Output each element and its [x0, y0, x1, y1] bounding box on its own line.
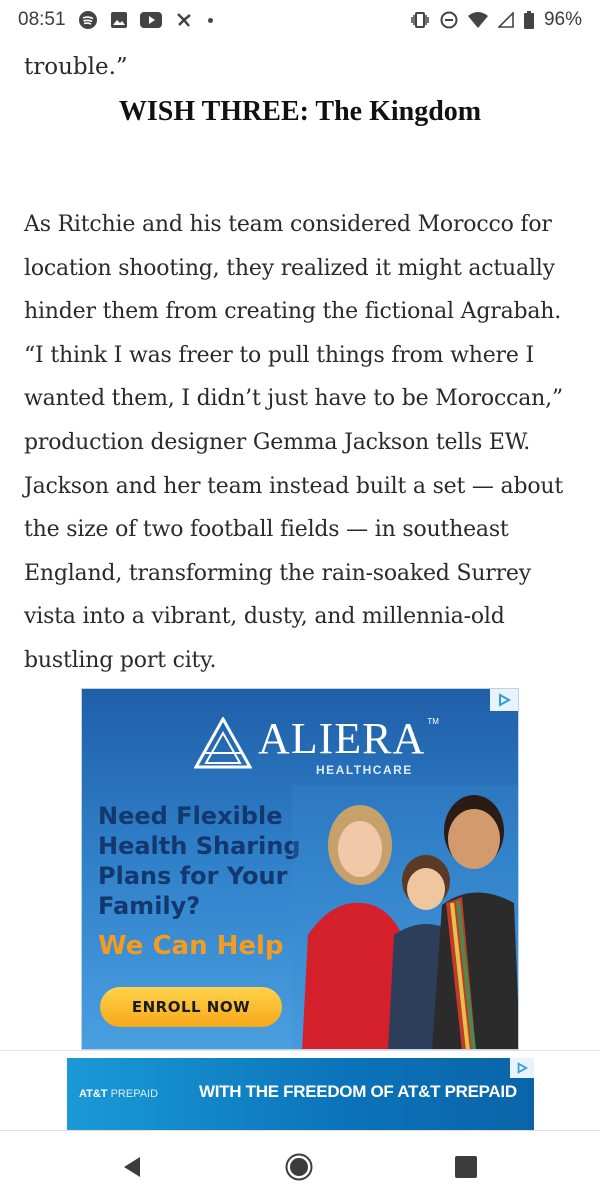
home-button[interactable]: [281, 1149, 317, 1185]
image-icon: [110, 11, 128, 29]
aliera-ad[interactable]: ALIERA TM HEALTHCARE Need Flexible Healt…: [81, 688, 519, 1050]
section-heading: WISH THREE: The Kingdom: [118, 96, 482, 127]
dnd-icon: [440, 11, 458, 29]
dot-icon: [207, 17, 213, 23]
aliera-logo: ALIERA TM HEALTHCARE: [194, 714, 439, 777]
youtube-icon: [139, 12, 162, 28]
ad-headline: Need Flexible Health Sharing Plans for Y…: [98, 802, 301, 920]
att-prepaid-ad[interactable]: AT&T PREPAID WITH THE FREEDOM OF AT&T PR…: [67, 1058, 534, 1130]
family-photo: [292, 785, 518, 1049]
vibrate-icon: [410, 11, 430, 29]
trademark: TM: [427, 717, 439, 726]
navigation-bar: [0, 1130, 600, 1200]
adchoices-icon[interactable]: [510, 1058, 534, 1078]
enroll-now-button[interactable]: ENROLL NOW: [100, 987, 282, 1027]
status-bar: 08:51 96%: [0, 0, 600, 40]
ad-tagline: We Can Help: [98, 931, 284, 961]
battery-percent: 96%: [543, 9, 582, 30]
battery-icon: [523, 11, 534, 29]
divider: [0, 1050, 600, 1051]
home-icon: [285, 1153, 313, 1181]
aliera-wordmark: ALIERA: [258, 714, 426, 763]
back-button[interactable]: [114, 1149, 150, 1185]
pinwheel-icon: [174, 10, 194, 30]
article-paragraph: As Ritchie and his team considered Moroc…: [24, 212, 563, 673]
recents-button[interactable]: [448, 1149, 484, 1185]
att-prepaid-text: PREPAID: [110, 1088, 159, 1100]
recents-icon: [455, 1156, 477, 1178]
wifi-icon: [467, 12, 488, 28]
back-icon: [124, 1157, 140, 1177]
aliera-subtitle: HEALTHCARE: [316, 763, 413, 777]
att-ad-message: WITH THE FREEDOM OF AT&T PREPAID: [199, 1082, 517, 1101]
quote-fragment: trouble.”: [24, 54, 128, 80]
att-logo-text: AT&T: [79, 1088, 108, 1100]
att-brand: AT&T PREPAID: [79, 1088, 158, 1100]
spotify-icon: [78, 10, 98, 30]
clock: 08:51: [18, 9, 66, 30]
aliera-triangle-icon: [194, 717, 252, 769]
status-left: 08:51: [18, 9, 213, 31]
signal-icon: [497, 12, 514, 28]
adchoices-icon[interactable]: [490, 689, 518, 711]
article: trouble.” WISH THREE: The Kingdom As Rit…: [24, 40, 580, 683]
status-right: 96%: [410, 9, 582, 31]
